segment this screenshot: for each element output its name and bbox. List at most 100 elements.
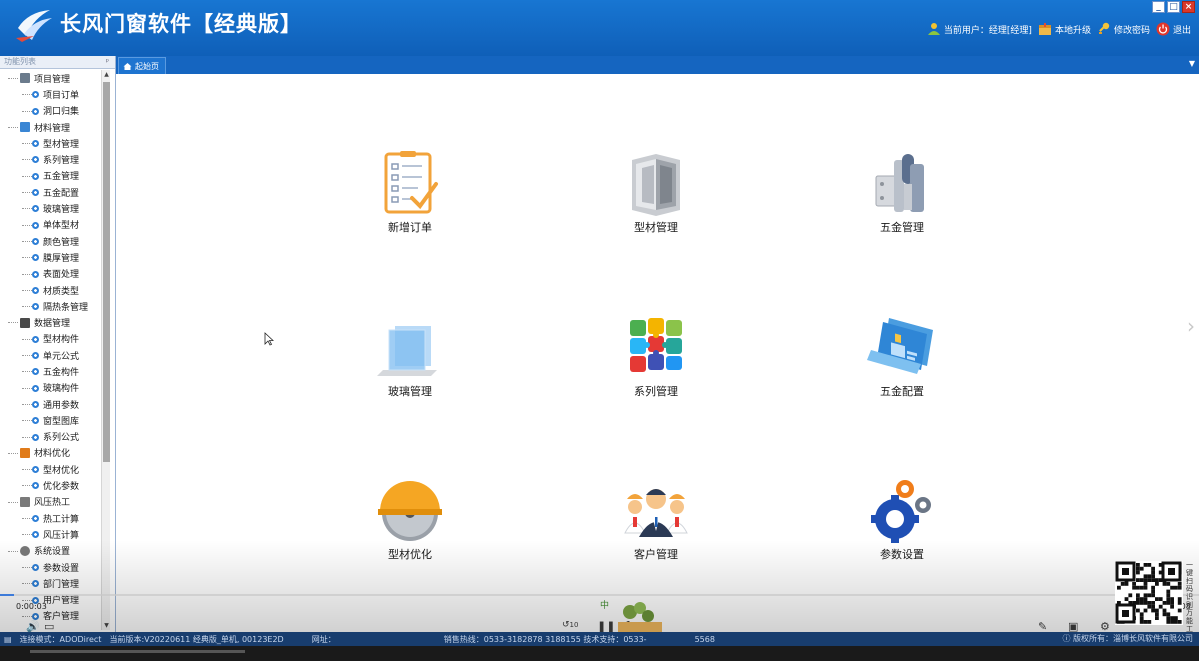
- tree-item[interactable]: 型材构件: [0, 331, 101, 347]
- tree-item-label: 单元公式: [43, 351, 80, 362]
- close-button[interactable]: ×: [1182, 1, 1195, 13]
- tree-group-5[interactable]: 系统设置: [0, 543, 101, 559]
- tree-item-label: 系列管理: [43, 156, 80, 167]
- tree-group-1[interactable]: 材料管理: [0, 119, 101, 135]
- scroll-up-icon[interactable]: ▲: [102, 70, 111, 79]
- hotline-info: 销售热线：0533-3182878 3188155 技术支持：0533-: [443, 634, 647, 644]
- tree-group-0[interactable]: 项目管理: [0, 70, 101, 86]
- minimize-button[interactable]: _: [1152, 1, 1165, 13]
- pin-icon[interactable]: ᵖ: [106, 56, 109, 68]
- bullet-icon: [32, 91, 39, 99]
- tree-item-label: 优化参数: [43, 482, 80, 493]
- tree-item[interactable]: 热工计算: [0, 510, 101, 526]
- bullet-icon: [32, 433, 39, 441]
- qr-code-icon: [1115, 561, 1183, 625]
- bullet-icon: [32, 303, 39, 311]
- tree-item[interactable]: 五金管理: [0, 168, 101, 184]
- tile-glass-management[interactable]: 玻璃管理: [355, 314, 465, 399]
- tree-item-label: 洞口归集: [43, 107, 80, 118]
- tile-new-order[interactable]: 新增订单: [355, 150, 465, 235]
- info-icon: ⓘ: [1062, 634, 1071, 643]
- tree-group-4[interactable]: 风压热工: [0, 494, 101, 510]
- next-page-chevron-icon[interactable]: ›: [1187, 314, 1195, 338]
- bullet-icon: [32, 400, 39, 408]
- tree-item-label: 通用参数: [43, 400, 80, 411]
- bullet-icon: [32, 172, 39, 180]
- tree-item[interactable]: 单体型材: [0, 217, 101, 233]
- app-logo-icon: [16, 10, 52, 42]
- tree-item[interactable]: 参数设置: [0, 559, 101, 575]
- qr-caption: 一键扫码识别万能工具: [1186, 561, 1193, 641]
- tree-item[interactable]: 风压计算: [0, 526, 101, 542]
- tile-profile-optimization[interactable]: 型材优化: [355, 477, 465, 562]
- key-icon: [1098, 22, 1110, 34]
- tree-item-label: 五金配置: [43, 188, 80, 199]
- scroll-down-icon[interactable]: ▼: [102, 621, 111, 630]
- tile-hardware-management[interactable]: 五金管理: [847, 150, 957, 235]
- tile-customer-management[interactable]: 客户管理: [601, 477, 711, 562]
- tree-item[interactable]: 通用参数: [0, 396, 101, 412]
- tree-item[interactable]: 窗型图库: [0, 412, 101, 428]
- tree-item[interactable]: 五金配置: [0, 184, 101, 200]
- tree-item-label: 膜厚管理: [43, 253, 80, 264]
- tree-item[interactable]: 系列管理: [0, 151, 101, 167]
- tree-item[interactable]: 优化参数: [0, 477, 101, 493]
- tile-hardware-management-label: 五金管理: [880, 221, 924, 234]
- user-icon: [927, 23, 940, 35]
- tree-item[interactable]: 隔热条管理: [0, 298, 101, 314]
- tile-customer-management-label: 客户管理: [634, 548, 678, 561]
- bullet-icon: [32, 254, 39, 262]
- maximize-button[interactable]: □: [1167, 1, 1180, 13]
- home-icon: [123, 62, 132, 70]
- tree-item[interactable]: 型材优化: [0, 461, 101, 477]
- tile-series-management-label: 系列管理: [634, 385, 678, 398]
- tile-hardware-configuration-label: 五金配置: [880, 385, 924, 398]
- tile-parameter-settings[interactable]: 参数设置: [847, 477, 957, 562]
- tile-hardware-configuration[interactable]: 五金配置: [847, 314, 957, 399]
- logout-button[interactable]: 退出: [1156, 22, 1191, 36]
- gears-icon: [871, 480, 931, 543]
- tree-item[interactable]: 型材管理: [0, 135, 101, 151]
- tree-item[interactable]: 膜厚管理: [0, 249, 101, 265]
- upgrade-button[interactable]: 本地升级: [1038, 22, 1091, 36]
- change-password-button[interactable]: 修改密码: [1097, 22, 1150, 36]
- tree-group-3[interactable]: 材料优化: [0, 445, 101, 461]
- video-progress-bar[interactable]: [0, 594, 1199, 596]
- tree-item[interactable]: 项目订单: [0, 86, 101, 102]
- tree-item-label: 颜色管理: [43, 237, 80, 248]
- tree-item[interactable]: 玻璃管理: [0, 200, 101, 216]
- tile-series-management[interactable]: 系列管理: [601, 314, 711, 399]
- tab-start-page[interactable]: 起始页: [118, 57, 166, 74]
- tree-item[interactable]: 单元公式: [0, 347, 101, 363]
- bullet-icon: [32, 140, 39, 148]
- tree-item[interactable]: 颜色管理: [0, 233, 101, 249]
- profile-frame-icon: [632, 154, 680, 216]
- tree-item[interactable]: 材质类型: [0, 282, 101, 298]
- tree-item[interactable]: 玻璃构件: [0, 380, 101, 396]
- tree-item[interactable]: 洞口归集: [0, 103, 101, 119]
- tab-list-dropdown-icon[interactable]: ▼: [1189, 59, 1195, 68]
- sidebar-scrollbar[interactable]: ▲ ▼: [101, 70, 110, 630]
- tree-item[interactable]: 部门管理: [0, 575, 101, 591]
- tree-item[interactable]: 五金构件: [0, 363, 101, 379]
- website-label[interactable]: 网址：: [308, 634, 340, 645]
- saw-blade-icon: [378, 481, 442, 541]
- glass-pane-icon: [377, 326, 437, 376]
- current-user-link[interactable]: 当前用户：经理[经理]: [927, 22, 1032, 36]
- rewind-button[interactable]: ↺10: [562, 620, 578, 630]
- tree-item-label: 部门管理: [43, 579, 80, 590]
- tree-group-2[interactable]: 数据管理: [0, 314, 101, 330]
- tree-item-label: 型材管理: [43, 139, 80, 150]
- tree-item[interactable]: 表面处理: [0, 266, 101, 282]
- scroll-thumb[interactable]: [103, 82, 110, 462]
- small-char: 中: [600, 599, 609, 611]
- tree-item[interactable]: 系列公式: [0, 429, 101, 445]
- version-info: 当前版本:V20220611 经典版_单机, 00123E2D: [109, 634, 284, 644]
- tile-profile-management-label: 型材管理: [634, 221, 678, 234]
- tree-item-label: 风压计算: [43, 530, 80, 541]
- bullet-icon: [32, 221, 39, 229]
- rewind-seconds: 10: [569, 621, 579, 629]
- tile-profile-management[interactable]: 型材管理: [601, 150, 711, 235]
- tree-group-label: 系统设置: [34, 547, 71, 558]
- title-bar: 长风门窗软件【经典版】 _ □ × 当前用户：经理[经理] 本地升级 修改密码 …: [0, 0, 1199, 56]
